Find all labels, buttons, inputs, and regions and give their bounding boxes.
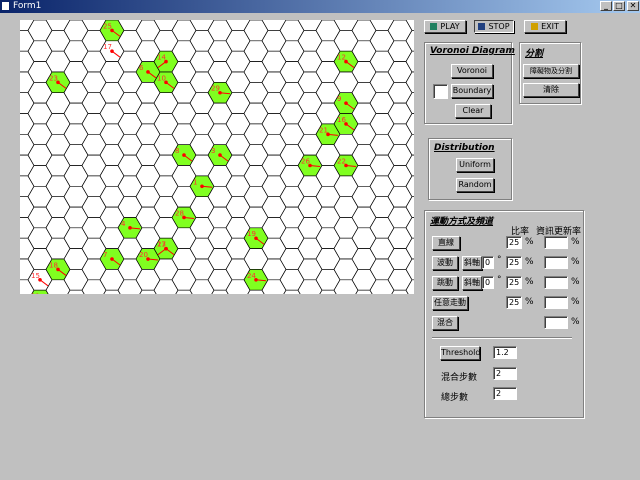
wave-angle-unit: °: [497, 255, 502, 265]
jump-angle-field[interactable]: 0: [482, 276, 494, 289]
node-3-marker[interactable]: [218, 153, 222, 157]
obstacle-partition-button[interactable]: 障礙物及分割: [523, 64, 579, 78]
node-7-label: 7: [103, 251, 107, 259]
node-8-label: 8: [175, 147, 179, 155]
distribution-title: Distribution: [434, 143, 495, 153]
window-title: Form1: [13, 1, 42, 11]
exit-label: EXIT: [541, 22, 559, 31]
title-bar: Form1 _ □ ✕: [0, 0, 640, 13]
node-4-marker[interactable]: [128, 226, 132, 230]
wave-angle-field[interactable]: 0: [482, 256, 494, 269]
hex-grid[interactable]: 251761410122329921168 326 2212841920271371…: [20, 20, 414, 294]
jump-update-unit: %: [571, 277, 580, 287]
clear-partition-button[interactable]: 清除: [523, 83, 579, 97]
wave-ratio-unit: %: [525, 257, 534, 267]
mixed-update-unit: %: [571, 317, 580, 327]
node-6-marker[interactable]: [146, 70, 150, 74]
mixed-update-field[interactable]: [544, 316, 568, 329]
jump-ratio-unit: %: [525, 277, 534, 287]
jump-button[interactable]: 跳動: [432, 276, 458, 290]
boundary-button[interactable]: Boundary: [451, 84, 493, 98]
exit-door-icon: [531, 23, 539, 30]
stop-label: STOP: [488, 22, 510, 31]
node-4-label: 4: [121, 220, 126, 228]
play-icon: [430, 23, 438, 30]
stop-button[interactable]: STOP: [474, 20, 514, 33]
minimize-button[interactable]: _: [600, 1, 612, 11]
node-11-label: 11: [31, 293, 40, 294]
wave-update-unit: %: [571, 257, 580, 267]
node-1-marker[interactable]: [200, 184, 204, 189]
wave-button[interactable]: 波動: [432, 256, 458, 270]
jump-ratio-field[interactable]: 25: [506, 276, 522, 289]
total-steps-label: 總步數: [441, 393, 469, 403]
app-icon: [1, 1, 10, 11]
maximize-button[interactable]: □: [613, 1, 625, 11]
random-button[interactable]: Random: [456, 178, 494, 192]
jump-angle-unit: °: [497, 275, 502, 285]
hex-grid-canvas[interactable]: 25 17 6 14 10 12 23 29 9 21 16 8 3 26 22 1 28 4 19 20 27 13 7 1…: [20, 20, 414, 294]
node-8-marker[interactable]: [182, 153, 186, 157]
node-6-label: 6: [139, 64, 144, 72]
node-21-label: 21: [319, 126, 328, 134]
total-steps-field[interactable]: 2: [493, 387, 517, 400]
mix-steps-field[interactable]: 2: [493, 367, 517, 380]
wave-ratio-field[interactable]: 25: [506, 256, 522, 269]
random-update-unit: %: [571, 297, 580, 307]
straight-update-unit: %: [571, 237, 580, 247]
uniform-button[interactable]: Uniform: [456, 158, 494, 172]
mixed-button[interactable]: 混合: [432, 316, 458, 330]
straight-update-field[interactable]: [544, 236, 568, 249]
node-20-label: 20: [139, 251, 148, 259]
random-ratio-unit: %: [525, 297, 534, 307]
play-label: PLAY: [440, 22, 460, 31]
node-1-label: 1: [193, 178, 197, 186]
node-23-label: 23: [49, 74, 58, 82]
node-18-label: 18: [49, 261, 58, 269]
straight-button[interactable]: 直線: [432, 236, 460, 250]
motion-title: 運動方式及頻道: [430, 217, 494, 227]
node-29-label: 29: [211, 85, 220, 93]
node-22-label: 22: [337, 157, 346, 165]
straight-ratio-field[interactable]: 25: [506, 236, 522, 249]
jump-slant-button[interactable]: 斜軸: [462, 276, 482, 290]
random-ratio-field[interactable]: 25: [506, 296, 522, 309]
node-17-label: 17: [103, 43, 112, 51]
node-15-label: 15: [31, 272, 40, 280]
node-3-label: 3: [211, 147, 215, 155]
node-24-label: 24: [247, 272, 256, 280]
random-update-field[interactable]: [544, 296, 568, 309]
mix-steps-label: 混合步數: [441, 373, 478, 383]
stop-icon: [478, 23, 486, 30]
clear-voronoi-button[interactable]: Clear: [455, 104, 491, 118]
wave-slant-button[interactable]: 斜軸: [462, 256, 482, 270]
voronoi-button[interactable]: Voronoi: [451, 64, 493, 78]
partition-title: 分割: [525, 49, 544, 59]
straight-ratio-unit: %: [525, 237, 534, 247]
threshold-button[interactable]: Threshold: [440, 346, 480, 360]
random-walk-button[interactable]: 任意走動: [432, 296, 468, 310]
node-14-label: 14: [157, 54, 166, 62]
exit-button[interactable]: EXIT: [524, 20, 566, 33]
voronoi-title: Voronoi Diagram: [430, 46, 515, 56]
node-7-marker[interactable]: [110, 257, 114, 261]
node-10-label: 10: [157, 74, 166, 82]
node-28-label: 28: [175, 209, 184, 217]
close-window-button[interactable]: ✕: [627, 1, 639, 11]
node-9-marker[interactable]: [344, 101, 348, 105]
motion-divider: [432, 337, 572, 339]
node-12-label: 12: [337, 54, 346, 62]
node-25-label: 25: [103, 22, 112, 30]
jump-update-field[interactable]: [544, 276, 568, 289]
play-button[interactable]: PLAY: [424, 20, 466, 33]
threshold-field[interactable]: 1.2: [493, 346, 517, 359]
node-9-label: 9: [337, 95, 341, 103]
wave-update-field[interactable]: [544, 256, 568, 269]
node-16-label: 16: [337, 116, 346, 124]
node-13-label: 13: [157, 241, 166, 249]
node-19-label: 19: [247, 230, 256, 238]
node-26-label: 26: [301, 157, 310, 165]
voronoi-color-swatch[interactable]: [433, 84, 448, 99]
